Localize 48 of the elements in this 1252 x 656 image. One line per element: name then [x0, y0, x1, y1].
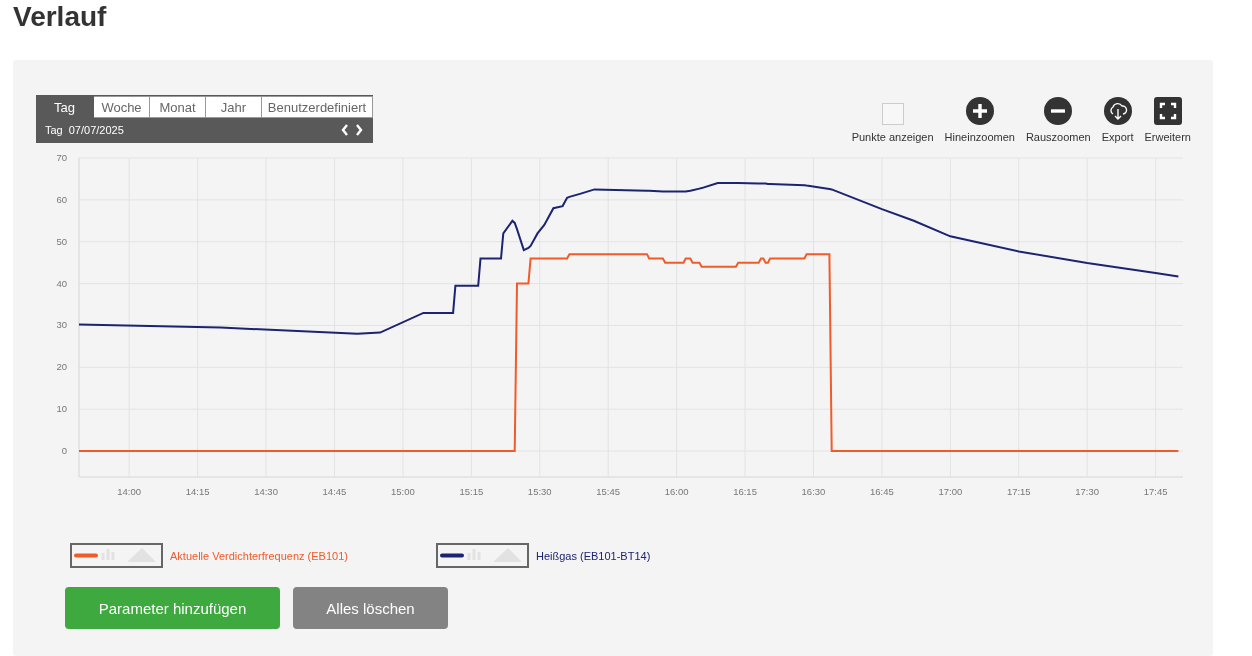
- x-tick-label: 17:00: [938, 486, 963, 497]
- y-tick-label: 40: [56, 277, 67, 289]
- tool-label: Hineinzoomen: [944, 131, 1015, 143]
- next-icon[interactable]: [355, 124, 363, 136]
- tool-label: Rauszoomen: [1025, 131, 1091, 143]
- clear-all-button[interactable]: Alles löschen: [293, 587, 448, 629]
- x-tick-label: 17:30: [1075, 486, 1100, 497]
- plus-icon[interactable]: [965, 97, 994, 125]
- legend-label: Heißgas (EB101-BT14): [536, 549, 651, 562]
- cloud-download-icon[interactable]: [1103, 97, 1132, 125]
- tool-label: Export: [1101, 131, 1134, 143]
- fullscreen-icon[interactable]: [1153, 97, 1182, 125]
- x-tick-label: 16:15: [733, 486, 757, 497]
- x-tick-label: 16:30: [801, 486, 826, 497]
- y-tick-label: 60: [56, 193, 67, 205]
- x-tick-label: 17:15: [1006, 486, 1031, 497]
- x-tick-label: 15:00: [391, 486, 415, 497]
- x-tick-label: 16:45: [870, 486, 894, 497]
- range-tab[interactable]: Benutzerdefiniert: [262, 96, 373, 118]
- minus-icon[interactable]: [1044, 97, 1073, 125]
- checkbox[interactable]: [881, 103, 904, 125]
- x-tick-label: 14:00: [117, 486, 142, 497]
- previous-icon[interactable]: [341, 124, 349, 136]
- tool-label: Punkte anzeigen: [851, 131, 934, 143]
- x-tick-label: 14:30: [254, 486, 278, 497]
- legend-label: Aktuelle Verdichterfrequenz (EB101): [170, 549, 348, 562]
- period-label: Tag: [45, 124, 63, 136]
- x-tick-label: 14:15: [185, 486, 210, 497]
- x-tick-label: 14:45: [322, 486, 347, 497]
- x-tick-label: 15:15: [459, 486, 484, 497]
- y-tick-label: 30: [56, 319, 67, 331]
- range-tab[interactable]: Monat: [150, 96, 206, 118]
- y-tick-label: 70: [56, 152, 67, 163]
- range-tab[interactable]: Woche: [94, 96, 150, 118]
- y-tick-label: 20: [56, 361, 67, 373]
- x-tick-label: 16:00: [664, 486, 689, 497]
- tool-label: Erweitern: [1144, 131, 1191, 143]
- x-tick-label: 15:30: [527, 486, 552, 497]
- x-tick-label: 17:45: [1143, 486, 1168, 497]
- legend-swatch[interactable]: [70, 543, 163, 568]
- legend-swatch[interactable]: [436, 543, 529, 568]
- y-tick-label: 0: [61, 445, 67, 457]
- y-tick-label: 10: [56, 403, 67, 415]
- range-tab[interactable]: Jahr: [206, 96, 262, 118]
- page-title: Verlauf: [13, 0, 108, 34]
- x-tick-label: 15:45: [596, 486, 621, 497]
- period-date: 07/07/2025: [68, 124, 125, 136]
- y-tick-label: 50: [56, 235, 67, 247]
